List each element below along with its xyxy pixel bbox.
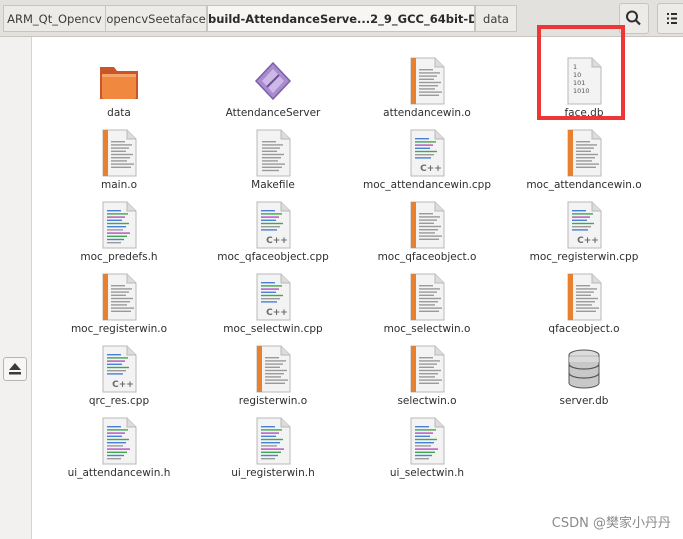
file-item[interactable]: AttendanceServer <box>196 47 350 119</box>
view-menu-button[interactable] <box>657 3 683 34</box>
file-name-label: moc_registerwin.cpp <box>529 251 639 263</box>
header-file-icon <box>253 417 293 465</box>
eject-icon <box>9 363 21 375</box>
svg-text:C++: C++ <box>577 236 599 246</box>
header-file-icon <box>99 417 139 465</box>
file-item[interactable]: C++ qrc_res.cpp <box>42 335 196 407</box>
svg-text:C++: C++ <box>420 164 442 174</box>
view-list-icon <box>667 13 677 24</box>
file-name-label: selectwin.o <box>397 395 457 407</box>
file-item[interactable]: main.o <box>42 119 196 191</box>
path-bar: ARM_Qt_Opencv opencvSeetaface build-Atte… <box>0 0 683 37</box>
breadcrumb-build-dir[interactable]: build-AttendanceServe...2_9_GCC_64bit-De… <box>207 5 475 32</box>
file-name-label: main.o <box>101 179 137 191</box>
file-name-label: ui_registerwin.h <box>231 467 315 479</box>
file-name-label: data <box>107 107 131 119</box>
file-name-label: moc_predefs.h <box>80 251 158 263</box>
file-name-label: Makefile <box>251 179 295 191</box>
file-item[interactable]: C++ moc_attendancewin.cpp <box>350 119 504 191</box>
database-icon <box>564 345 604 393</box>
cpp-file-icon: C++ <box>407 129 447 177</box>
file-item[interactable]: ui_attendancewin.h <box>42 407 196 479</box>
file-name-label: server.db <box>559 395 609 407</box>
text-file-icon <box>253 129 293 177</box>
file-name-label: moc_registerwin.o <box>70 323 168 335</box>
header-file-icon <box>407 417 447 465</box>
object-file-icon <box>564 129 604 177</box>
file-name-label: moc_selectwin.o <box>383 323 471 335</box>
breadcrumb-arm-qt-opencv[interactable]: ARM_Qt_Opencv <box>3 5 106 32</box>
svg-text:101: 101 <box>573 79 585 87</box>
file-item[interactable]: C++ moc_selectwin.cpp <box>196 263 350 335</box>
file-item[interactable]: server.db <box>507 335 661 407</box>
file-name-label: registerwin.o <box>238 395 308 407</box>
file-item[interactable]: moc_qfaceobject.o <box>350 191 504 263</box>
file-name-label: AttendanceServer <box>225 107 321 119</box>
file-item[interactable]: moc_registerwin.o <box>42 263 196 335</box>
svg-text:1010: 1010 <box>573 87 590 95</box>
sidebar <box>0 37 32 539</box>
file-item[interactable]: 1 10 101 1010 face.db <box>507 47 661 119</box>
object-file-icon <box>99 273 139 321</box>
executable-icon <box>253 57 293 105</box>
breadcrumb-data[interactable]: data <box>475 5 517 32</box>
file-name-label: moc_attendancewin.cpp <box>362 179 492 191</box>
object-file-icon <box>253 345 293 393</box>
watermark: CSDN @樊家小丹丹 <box>551 516 671 531</box>
file-item[interactable]: attendancewin.o <box>350 47 504 119</box>
file-item[interactable]: moc_attendancewin.o <box>507 119 661 191</box>
file-item[interactable]: ui_registerwin.h <box>196 407 350 479</box>
breadcrumb-opencvseetaface[interactable]: opencvSeetaface <box>105 5 207 32</box>
file-item[interactable]: C++ moc_qfaceobject.cpp <box>196 191 350 263</box>
svg-text:C++: C++ <box>112 380 134 390</box>
file-grid: data AttendanceServer attendancewin.o 1 10 10… <box>33 37 683 539</box>
svg-text:C++: C++ <box>266 308 288 318</box>
object-file-icon <box>564 273 604 321</box>
file-item[interactable]: ui_selectwin.h <box>350 407 504 479</box>
svg-text:C++: C++ <box>266 236 288 246</box>
object-file-icon <box>407 57 447 105</box>
file-item[interactable]: registerwin.o <box>196 335 350 407</box>
search-button[interactable] <box>619 3 649 34</box>
file-item[interactable]: moc_selectwin.o <box>350 263 504 335</box>
binary-file-icon: 1 10 101 1010 <box>564 57 604 105</box>
file-name-label: moc_selectwin.cpp <box>223 323 323 335</box>
file-name-label: qfaceobject.o <box>548 323 620 335</box>
file-name-label: ui_attendancewin.h <box>67 467 171 479</box>
svg-text:10: 10 <box>573 71 581 79</box>
file-item[interactable]: Makefile <box>196 119 350 191</box>
search-icon <box>626 10 641 26</box>
object-file-icon <box>99 129 139 177</box>
file-name-label: ui_selectwin.h <box>389 467 465 479</box>
file-name-label: face.db <box>564 107 604 119</box>
file-item[interactable]: selectwin.o <box>350 335 504 407</box>
object-file-icon <box>407 201 447 249</box>
file-name-label: moc_qfaceobject.cpp <box>217 251 329 263</box>
cpp-file-icon: C++ <box>564 201 604 249</box>
cpp-file-icon: C++ <box>99 345 139 393</box>
file-item[interactable]: moc_predefs.h <box>42 191 196 263</box>
cpp-file-icon: C++ <box>253 201 293 249</box>
file-item[interactable]: qfaceobject.o <box>507 263 661 335</box>
folder-icon <box>99 57 139 105</box>
file-name-label: moc_attendancewin.o <box>526 179 642 191</box>
file-name-label: moc_qfaceobject.o <box>377 251 477 263</box>
object-file-icon <box>407 345 447 393</box>
eject-button[interactable] <box>3 357 27 381</box>
cpp-file-icon: C++ <box>253 273 293 321</box>
file-name-label: attendancewin.o <box>383 107 471 119</box>
header-file-icon <box>99 201 139 249</box>
file-item[interactable]: data <box>42 47 196 119</box>
object-file-icon <box>407 273 447 321</box>
file-name-label: qrc_res.cpp <box>88 395 150 407</box>
file-item[interactable]: C++ moc_registerwin.cpp <box>507 191 661 263</box>
svg-text:1: 1 <box>573 63 577 71</box>
